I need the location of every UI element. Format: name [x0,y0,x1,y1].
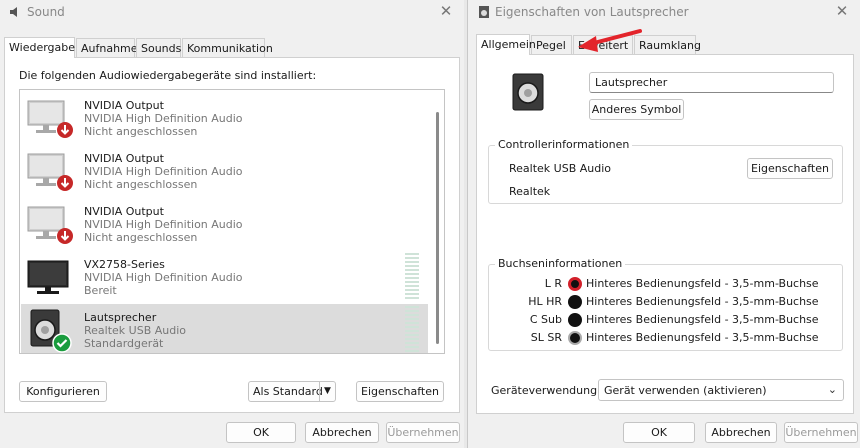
set-default-label: Als Standard [253,385,323,398]
controller-name: Realtek USB Audio [509,162,612,175]
jack-label: SL SR [530,331,562,344]
properties-window: Eigenschaften von Lautsprecher ✕ Allgeme… [467,0,860,448]
tab-kommunikation[interactable]: Kommunikation [182,38,273,57]
general-panel: Anderes Symbol Controllerinformationen R… [476,54,854,414]
device-item-selected[interactable]: Lautsprecher Realtek USB Audio Standardg… [21,304,428,353]
apply-button[interactable]: Übernehmen [386,422,460,443]
close-button[interactable]: ✕ [834,3,850,19]
jack-label: HL HR [528,295,562,308]
tab-aufnahme[interactable]: Aufnahme [76,38,138,57]
cancel-button[interactable]: Abbrechen [705,422,777,443]
tab-sounds[interactable]: Sounds [136,38,181,57]
tab-raumklang[interactable]: Raumklang [634,35,701,54]
cancel-button[interactable]: Abbrechen [305,422,379,443]
jack-black-icon [568,313,582,327]
controller-group: Controllerinformationen Realtek USB Audi… [488,138,843,204]
speaker-icon [479,6,489,18]
arrow-annotation-icon [578,29,642,52]
device-driver: NVIDIA High Definition Audio [84,165,243,178]
jack-grey-icon [568,331,582,345]
usage-select-value: Gerät verwenden (aktivieren) [604,384,767,397]
monitor-speaker-disconnected-icon [27,153,73,191]
ok-button[interactable]: OK [226,422,296,443]
speaker-icon [10,7,17,17]
apply-button[interactable]: Übernehmen [784,422,858,443]
jack-black-icon [568,295,582,309]
level-meter [405,253,419,299]
controller-properties-button[interactable]: Eigenschaften [747,158,833,179]
close-button[interactable]: ✕ [438,3,454,19]
list-scrollbar[interactable] [436,112,439,344]
device-name: NVIDIA Output [84,205,164,218]
jack-label: L R [544,277,562,290]
set-default-button[interactable]: Als Standard ▼ [248,381,336,402]
jack-description: Hinteres Bedienungsfeld - 3,5-mm-Buchse [586,313,819,326]
jack-description: Hinteres Bedienungsfeld - 3,5-mm-Buchse [586,295,819,308]
tab-pegel[interactable]: Pegel [531,35,572,54]
device-item[interactable]: VX2758-Series NVIDIA High Definition Aud… [21,251,428,303]
device-driver: NVIDIA High Definition Audio [84,112,243,125]
device-status: Nicht angeschlossen [84,231,198,244]
jack-description: Hinteres Bedienungsfeld - 3,5-mm-Buchse [586,277,819,290]
jack-info-group: Buchseninformationen L R Hinteres Bedien… [488,257,843,351]
playback-panel: Die folgenden Audiowiedergabegeräte sind… [4,57,460,413]
usage-select[interactable]: Gerät verwenden (aktivieren) ⌄ [598,379,844,401]
device-status: Nicht angeschlossen [84,178,198,191]
device-name-input[interactable] [589,72,834,93]
sound-titlebar: Sound ✕ [0,0,464,26]
chevron-down-icon: ⌄ [827,383,837,396]
device-item[interactable]: NVIDIA Output NVIDIA High Definition Aud… [21,92,428,144]
device-name: NVIDIA Output [84,152,164,165]
properties-titlebar: Eigenschaften von Lautsprecher ✕ [468,0,860,26]
window-title: Eigenschaften von Lautsprecher [495,5,689,19]
speaker-default-icon [30,309,72,353]
device-name: NVIDIA Output [84,99,164,112]
device-status: Bereit [84,284,117,297]
speaker-icon [512,73,544,111]
device-driver: Realtek USB Audio [84,324,187,337]
device-driver: NVIDIA High Definition Audio [84,271,243,284]
jack-group-title: Buchseninformationen [495,257,626,270]
sound-window: Sound ✕ Wiedergabe Aufnahme Sounds Kommu… [0,0,464,448]
device-item[interactable]: NVIDIA Output NVIDIA High Definition Aud… [21,198,428,250]
usage-label: Geräteverwendung: [491,384,601,397]
chevron-down-icon[interactable]: ▼ [319,382,335,401]
controller-vendor: Realtek [509,185,551,198]
window-title: Sound [27,5,65,19]
configure-button[interactable]: Konfigurieren [19,381,107,402]
monitor-icon [27,260,69,294]
device-item[interactable]: NVIDIA Output NVIDIA High Definition Aud… [21,145,428,197]
monitor-speaker-disconnected-icon [27,100,73,138]
jack-label: C Sub [529,313,562,326]
device-name: Lautsprecher [84,311,157,324]
level-meter [405,306,419,352]
device-status: Nicht angeschlossen [84,125,198,138]
properties-button[interactable]: Eigenschaften [356,381,444,402]
device-status: Standardgerät [84,337,164,350]
change-icon-button[interactable]: Anderes Symbol [589,99,684,120]
tab-allgemein[interactable]: Allgemein [476,34,536,55]
device-driver: NVIDIA High Definition Audio [84,218,243,231]
monitor-speaker-disconnected-icon [27,206,73,244]
jack-red-icon [568,277,582,291]
device-name: VX2758-Series [84,258,165,271]
ok-button[interactable]: OK [623,422,695,443]
device-list[interactable]: NVIDIA Output NVIDIA High Definition Aud… [19,89,445,354]
controller-group-title: Controllerinformationen [495,138,633,151]
intro-text: Die folgenden Audiowiedergabegeräte sind… [19,69,317,82]
tab-wiedergabe[interactable]: Wiedergabe [4,37,75,58]
jack-description: Hinteres Bedienungsfeld - 3,5-mm-Buchse [586,331,819,344]
